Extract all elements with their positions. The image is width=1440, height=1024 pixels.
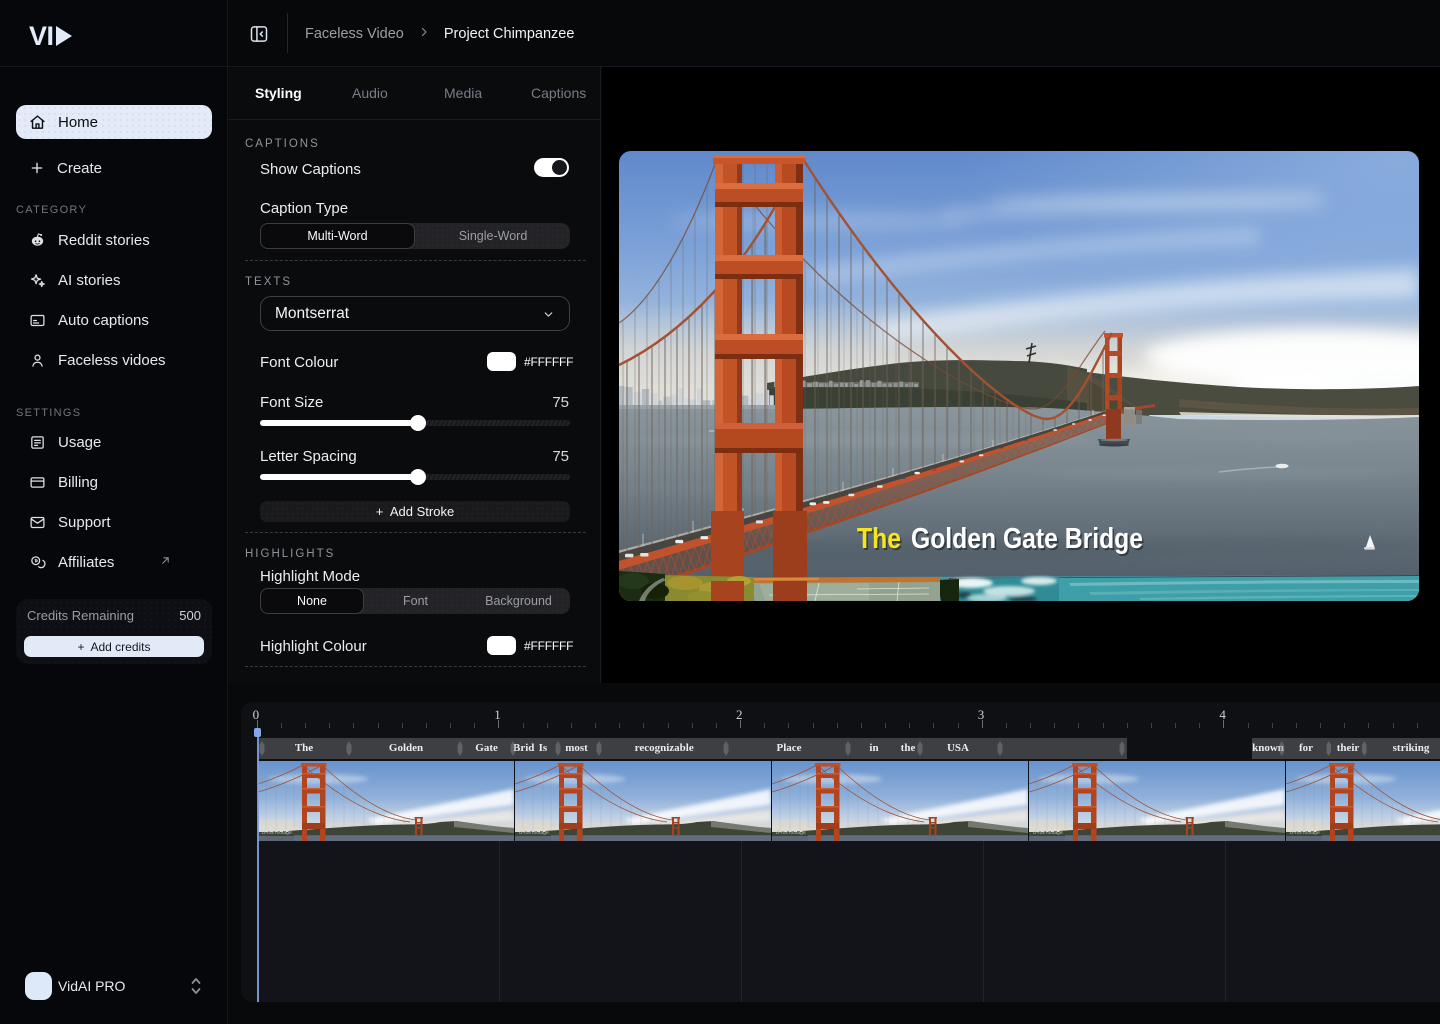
- svg-text:B-roll footage: B-roll footage: [1033, 830, 1063, 836]
- svg-text:B-roll footage: B-roll footage: [262, 830, 292, 836]
- svg-text:B-roll footage: B-roll footage: [1290, 830, 1320, 836]
- svg-text:B-roll footage: B-roll footage: [776, 830, 806, 836]
- svg-text:B-roll footage: B-roll footage: [519, 830, 549, 836]
- svg-text:Golden Gate Bridge: Golden Gate Bridge: [911, 523, 1143, 555]
- svg-text:The: The: [857, 523, 901, 555]
